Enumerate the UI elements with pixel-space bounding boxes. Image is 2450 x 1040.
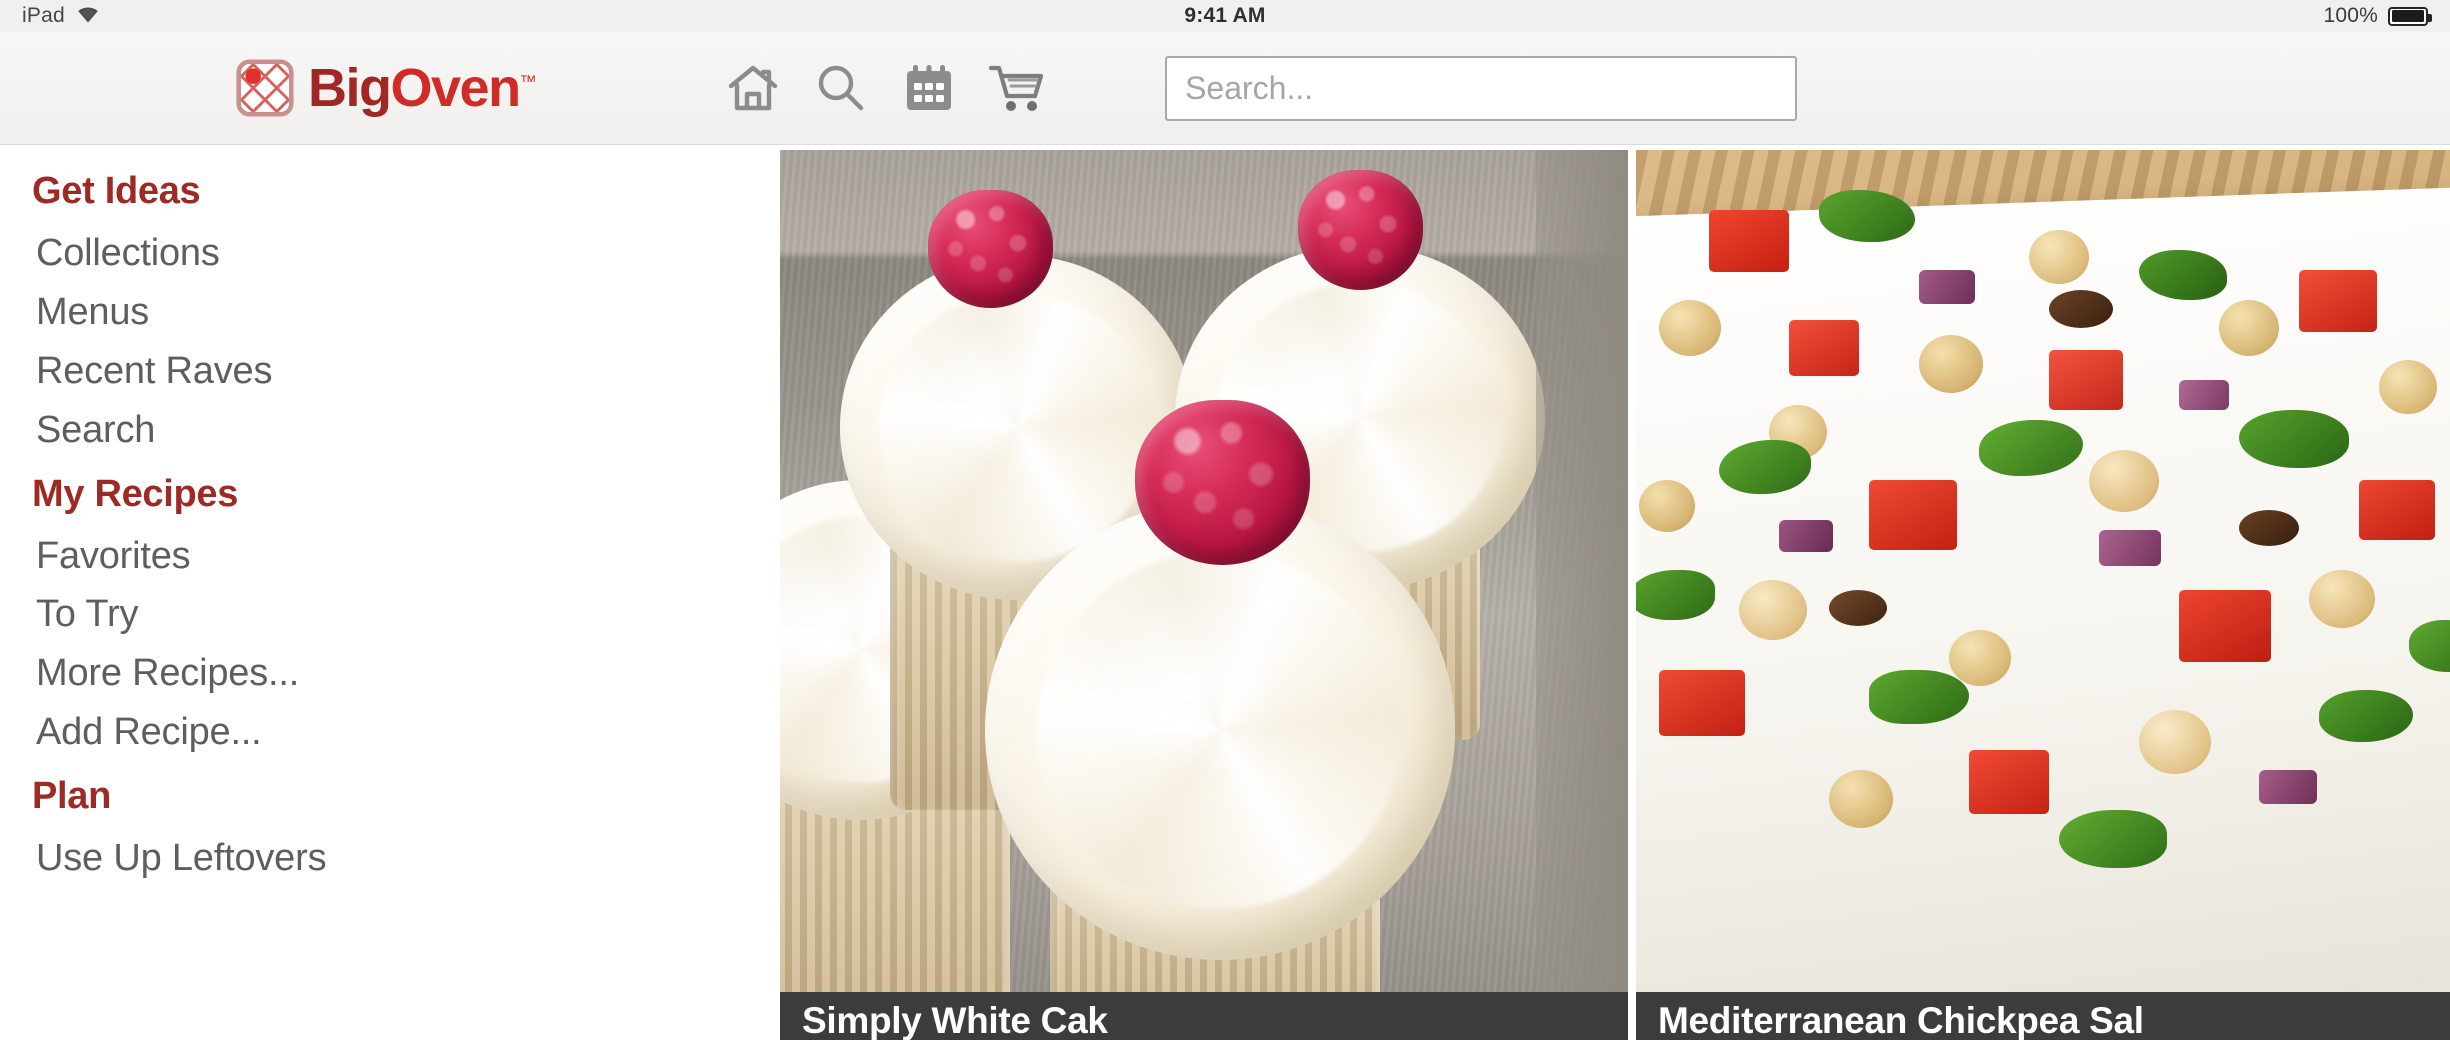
- sidebar-item-recent-raves[interactable]: Recent Raves: [32, 342, 780, 401]
- sidebar-item-collections[interactable]: Collections: [32, 224, 780, 283]
- sidebar-item-favorites[interactable]: Favorites: [32, 527, 780, 586]
- sidebar-item-add-recipe[interactable]: Add Recipe...: [32, 703, 780, 762]
- brand-wordmark: BigOven™: [308, 58, 537, 118]
- raspberry-cupcakes-photo: [780, 150, 1628, 992]
- card-title: Simply White Cak: [780, 992, 1628, 1040]
- sidebar-section-get-ideas: Get Ideas Collections Menus Recent Raves…: [32, 163, 780, 460]
- recipe-card-grid: Simply White Cak Mediterranean Chickpea …: [780, 150, 2450, 1040]
- chickpea-salad-photo: [1636, 150, 2450, 992]
- search-input[interactable]: [1165, 55, 1798, 121]
- menu-planner-icon[interactable]: [901, 60, 957, 116]
- recipe-card[interactable]: Mediterranean Chickpea Sal: [1636, 150, 2450, 1040]
- wifi-icon: [75, 4, 101, 29]
- sidebar-navigation: Get Ideas Collections Menus Recent Raves…: [0, 145, 780, 1040]
- sidebar-heading-plan: Plan: [32, 775, 112, 818]
- header-nav-icons: [725, 60, 1045, 116]
- sidebar-item-search[interactable]: Search: [32, 401, 780, 460]
- card-title: Mediterranean Chickpea Sal: [1636, 992, 2450, 1040]
- brand-logo[interactable]: BigOven™: [236, 58, 537, 118]
- sidebar-section-my-recipes: My Recipes Favorites To Try More Recipes…: [32, 466, 780, 763]
- home-icon[interactable]: [725, 60, 781, 116]
- recipe-card[interactable]: Simply White Cak: [780, 150, 1628, 1040]
- status-bar-left: iPad: [22, 4, 101, 29]
- status-bar-right: 100%: [2323, 4, 2432, 28]
- sidebar-heading-my-recipes: My Recipes: [32, 472, 239, 515]
- sidebar-section-plan: Plan Use Up Leftovers: [32, 768, 780, 888]
- carrier-label: iPad: [22, 4, 65, 27]
- sidebar-item-menus[interactable]: Menus: [32, 283, 780, 342]
- battery-full-icon: [2388, 6, 2432, 26]
- search-icon[interactable]: [813, 60, 869, 116]
- shopping-cart-icon[interactable]: [989, 60, 1045, 116]
- brand-tm: ™: [519, 72, 537, 91]
- ios-status-bar: iPad 9:41 AM 100%: [0, 0, 2450, 32]
- battery-percent-label: 100%: [2323, 4, 2378, 27]
- sidebar-item-to-try[interactable]: To Try: [32, 585, 780, 644]
- sidebar-item-use-up-leftovers[interactable]: Use Up Leftovers: [32, 829, 780, 888]
- header-search: [1165, 55, 1798, 121]
- brand-big-text: Big: [308, 58, 392, 118]
- brand-oven-text: Oven: [390, 58, 522, 118]
- sidebar-heading-get-ideas: Get Ideas: [32, 170, 201, 212]
- bigoven-ipad-app: iPad 9:41 AM 100% BigOven™ Search... Get…: [0, 0, 2450, 1040]
- sidebar-item-more-recipes[interactable]: More Recipes...: [32, 644, 780, 703]
- status-bar-clock: 9:41 AM: [1184, 4, 1266, 27]
- bigoven-logo-icon: [236, 59, 294, 117]
- app-header: BigOven™: [0, 32, 2450, 145]
